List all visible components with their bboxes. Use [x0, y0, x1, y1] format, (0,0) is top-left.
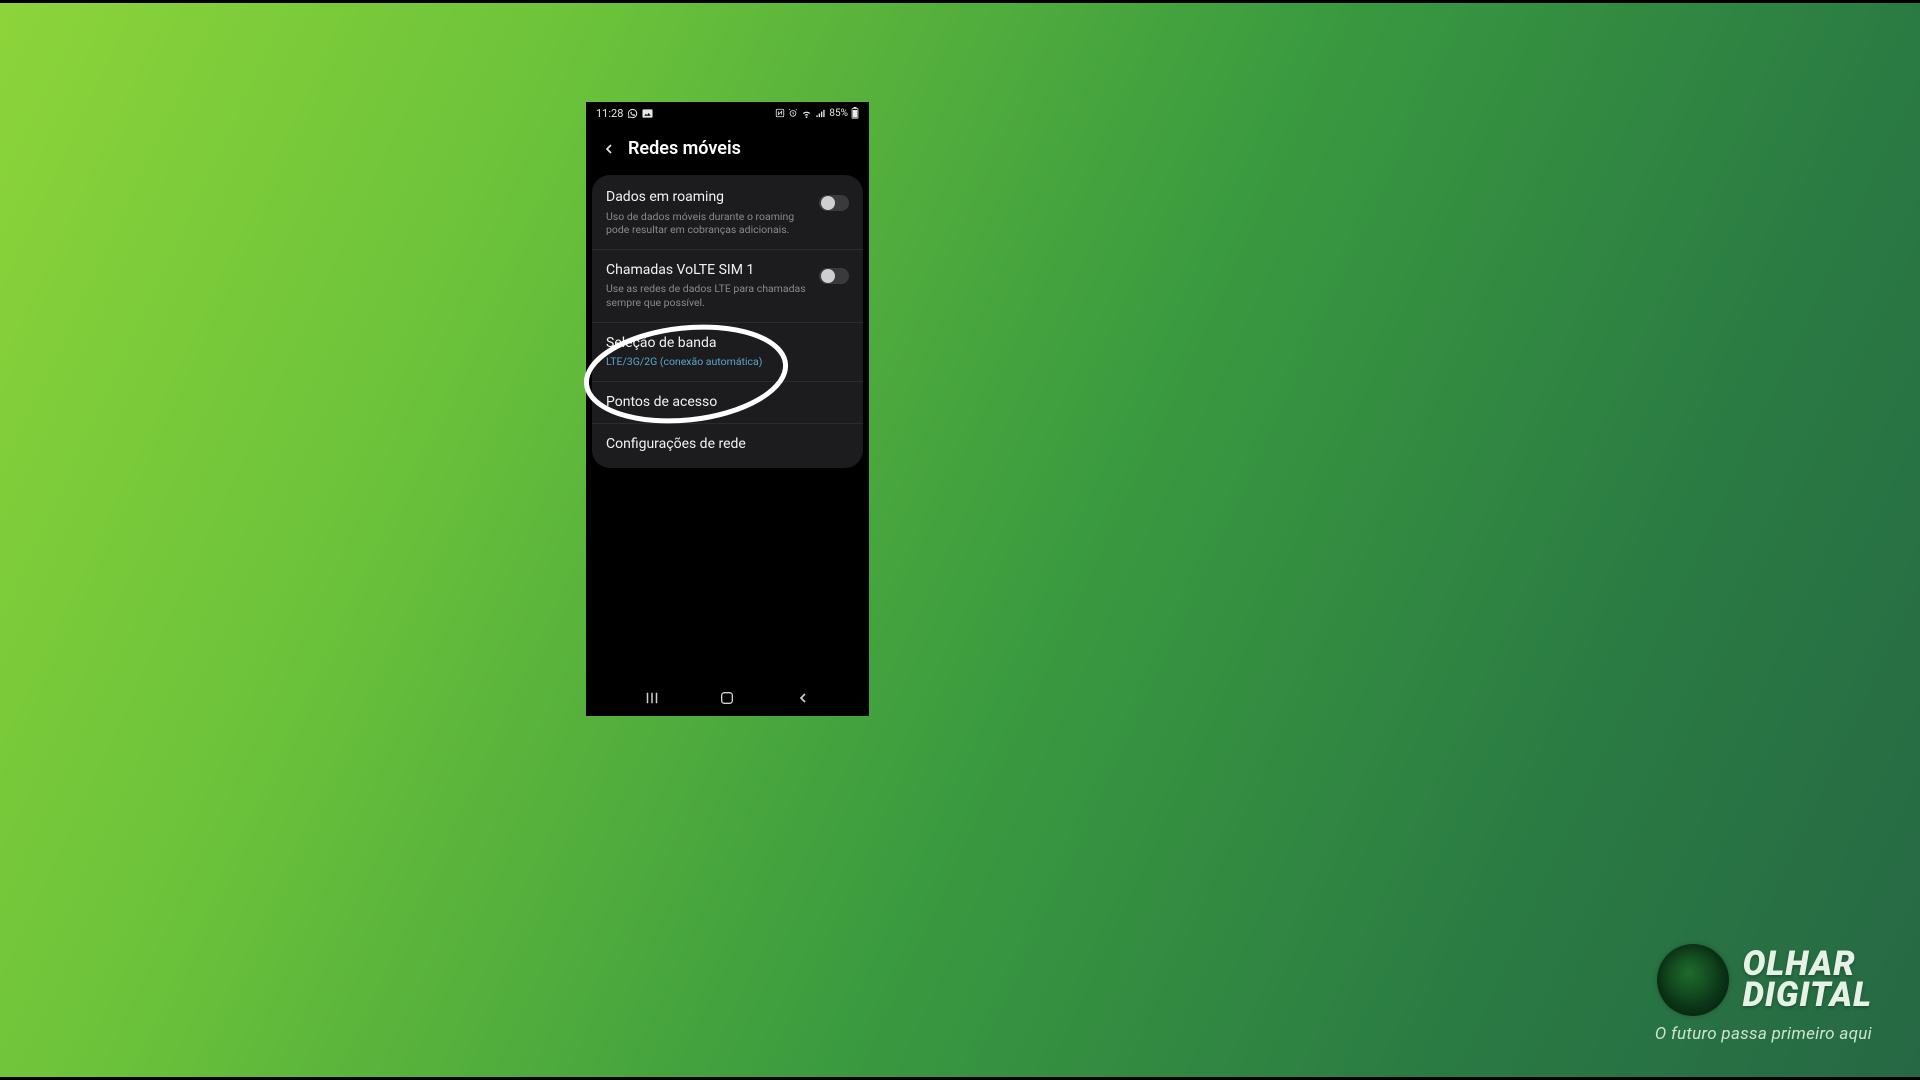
- signal-icon: [815, 108, 826, 119]
- home-button[interactable]: [716, 687, 738, 709]
- row-title: Configurações de rede: [606, 436, 849, 454]
- toggle-roaming[interactable]: [819, 195, 849, 211]
- row-title: Chamadas VoLTE SIM 1: [606, 262, 809, 280]
- row-title: Seleção de banda: [606, 335, 849, 353]
- nfc-icon: [775, 108, 785, 118]
- row-title: Pontos de acesso: [606, 394, 849, 412]
- row-title: Dados em roaming: [606, 189, 809, 207]
- back-button[interactable]: [600, 140, 618, 158]
- alarm-icon: [788, 108, 798, 118]
- row-subtitle: Use as redes de dados LTE para chamadas …: [606, 282, 809, 309]
- page-header: Redes móveis: [586, 124, 869, 169]
- battery-text: 85%: [829, 108, 848, 119]
- row-volte[interactable]: Chamadas VoLTE SIM 1 Use as redes de dad…: [592, 250, 863, 323]
- wifi-icon: [801, 108, 812, 119]
- brand-wordmark: OLHAR DIGITAL: [1743, 949, 1872, 1012]
- settings-panel: Dados em roaming Uso de dados móveis dur…: [592, 175, 863, 468]
- nav-back-button[interactable]: [792, 687, 814, 709]
- toggle-volte[interactable]: [819, 268, 849, 284]
- status-bar: 11:28 85%: [586, 102, 869, 124]
- brand-line2: DIGITAL: [1743, 980, 1872, 1011]
- status-time: 11:28: [596, 107, 623, 120]
- android-nav-bar: [586, 680, 869, 716]
- row-subtitle: Uso de dados móveis durante o roaming po…: [606, 210, 809, 237]
- image-icon: [642, 108, 653, 119]
- row-text: Pontos de acesso: [606, 394, 849, 412]
- row-text: Configurações de rede: [606, 436, 849, 454]
- brand-watermark: OLHAR DIGITAL O futuro passa primeiro aq…: [1655, 944, 1872, 1044]
- whatsapp-icon: [627, 108, 638, 119]
- row-apn[interactable]: Pontos de acesso: [592, 382, 863, 425]
- row-band-selection[interactable]: Seleção de banda LTE/3G/2G (conexão auto…: [592, 323, 863, 382]
- recents-button[interactable]: [641, 687, 663, 709]
- frame-bar-top: [0, 0, 1920, 3]
- row-subtitle: LTE/3G/2G (conexão automática): [606, 355, 849, 369]
- brand-logo-icon: [1657, 944, 1729, 1016]
- page-title: Redes móveis: [628, 138, 741, 159]
- phone-frame: 11:28 85%: [586, 102, 869, 716]
- status-right: 85%: [775, 107, 859, 119]
- row-text: Dados em roaming Uso de dados móveis dur…: [606, 189, 809, 237]
- battery-icon: [851, 107, 859, 119]
- status-left: 11:28: [596, 107, 653, 120]
- row-text: Seleção de banda LTE/3G/2G (conexão auto…: [606, 335, 849, 369]
- brand-tagline: O futuro passa primeiro aqui: [1655, 1024, 1872, 1044]
- row-roaming[interactable]: Dados em roaming Uso de dados móveis dur…: [592, 177, 863, 250]
- row-network-config[interactable]: Configurações de rede: [592, 424, 863, 466]
- row-text: Chamadas VoLTE SIM 1 Use as redes de dad…: [606, 262, 809, 310]
